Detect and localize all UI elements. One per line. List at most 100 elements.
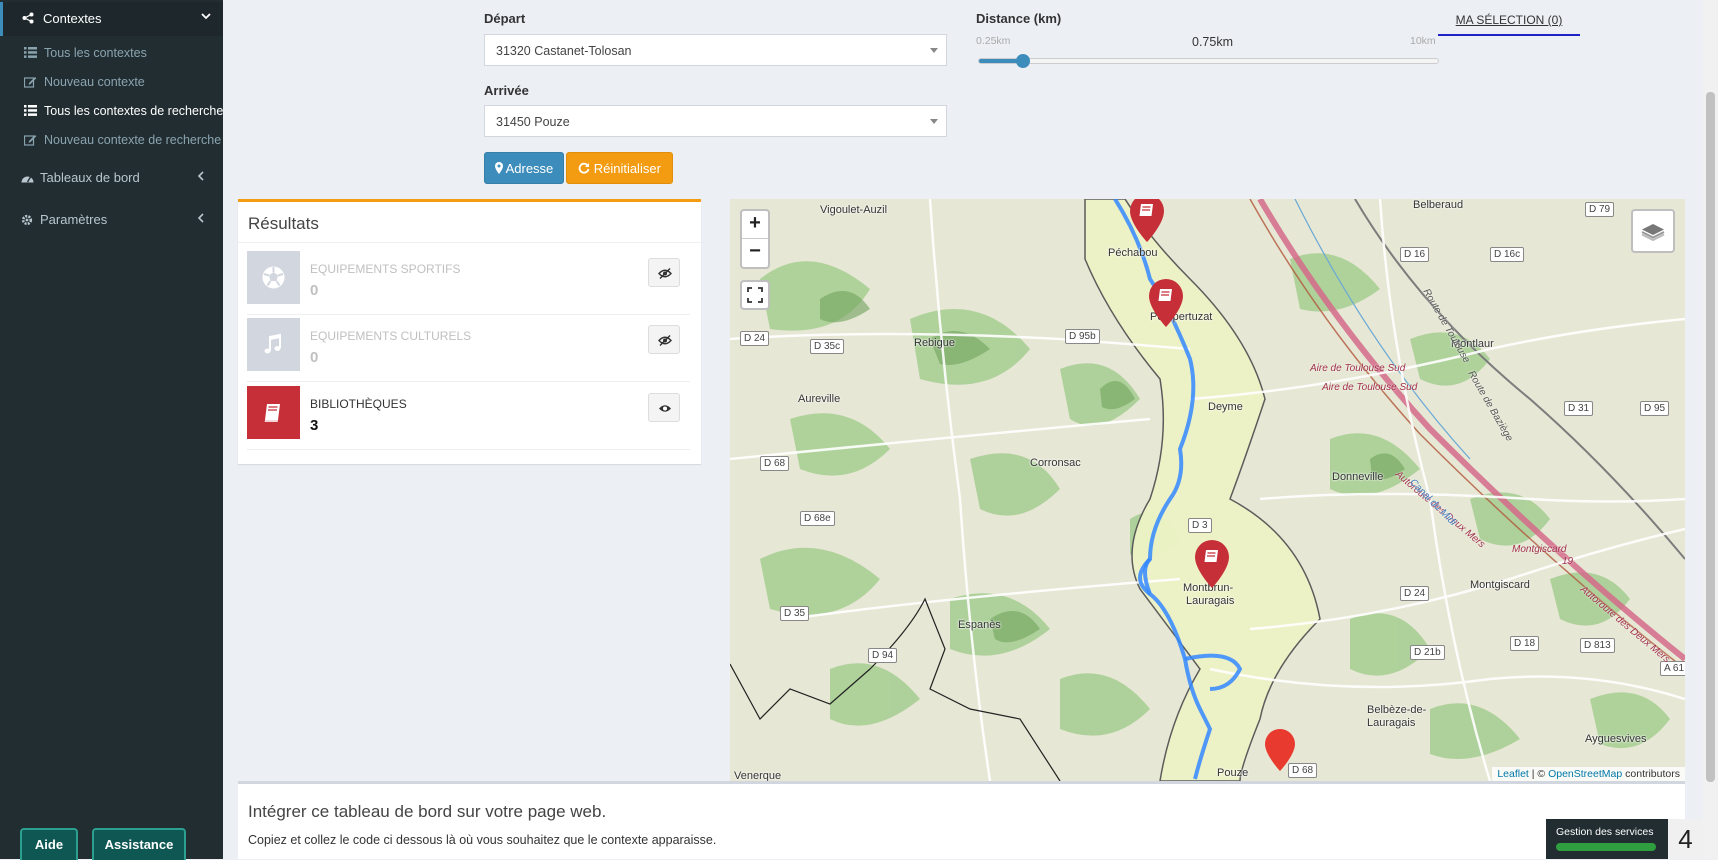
zoom-control: + − [740,209,770,269]
page-scrollbar[interactable] [1703,0,1718,859]
fullscreen-button[interactable] [740,280,770,310]
library-marker[interactable] [1130,199,1164,245]
map-label: Aureville [798,393,841,405]
soccer-ball-icon [247,251,300,304]
scrollbar-thumb[interactable] [1706,92,1715,782]
road-label: D 3 [1188,518,1212,533]
result-item-name: EQUIPEMENTS SPORTIFS [310,262,461,276]
arrival-marker[interactable] [1265,729,1295,774]
map-marker-icon [494,161,503,176]
attribution-separator: | © [1528,768,1549,780]
map-label: Corronsac [1030,457,1081,469]
depart-label: Départ [484,11,526,26]
gestion-services-progress [1556,843,1656,851]
distance-slider-handle[interactable] [1016,54,1030,68]
sidebar: Contextes Tous les contextes Nouveau con… [0,0,223,860]
sidebar-item-parametres[interactable]: Paramètres [0,202,223,238]
fullscreen-icon [742,287,768,311]
openstreetmap-link[interactable]: OpenStreetMap [1548,768,1622,780]
sidebar-subitem-label: Tous les contextes de recherche [44,104,223,118]
result-item-bibliotheques[interactable]: BIBLIOTHÈQUES 3 [247,386,690,450]
map-label: Aire de Toulouse Sud [1322,382,1418,393]
embed-description: Copiez et collez le code ci dessous là o… [248,833,717,847]
music-note-icon [247,318,300,371]
distance-slider[interactable] [978,54,1439,68]
road-label: D 68e [800,511,835,526]
arrivee-select[interactable]: 31450 Pouze [484,105,947,137]
sidebar-item-label: Tableaux de bord [40,170,140,185]
toggle-visibility-button[interactable] [648,325,680,354]
address-button-label: Adresse [505,161,554,176]
toggle-visibility-button[interactable] [648,393,680,422]
map[interactable]: Vigoulet-Auzil Péchabou Pompertuzat Rebi… [730,199,1685,781]
refresh-icon [578,161,590,176]
road-label: D 95b [1065,329,1100,344]
list-icon [24,105,37,119]
map-label: Montgiscard [1512,544,1567,555]
divider [238,242,701,243]
library-marker[interactable] [1195,540,1229,591]
layers-button[interactable] [1631,209,1675,253]
map-attribution: Leaflet | © OpenStreetMap contributors [1492,767,1685,781]
zoom-out-button[interactable]: − [742,239,768,265]
sidebar-subitem-nouveau-contexte-de-recherche[interactable]: Nouveau contexte de recherche [0,127,223,155]
leaflet-link[interactable]: Leaflet [1497,768,1529,780]
edit-icon [23,76,37,91]
eye-slash-icon [649,267,681,291]
assistance-button[interactable]: Assistance [92,828,186,860]
chevron-left-icon [197,170,205,184]
sidebar-item-contextes[interactable]: Contextes [0,2,223,36]
road-label: D 24 [740,331,770,346]
map-label: Lauragais [1186,595,1235,607]
gestion-services-widget[interactable]: Gestion des services 4 [1546,819,1703,859]
arrivee-label: Arrivée [484,83,529,98]
map-label: Pouze [1217,767,1249,779]
attribution-tail: contributors [1622,768,1680,780]
road-label: D 35 [780,606,810,621]
help-button[interactable]: Aide [20,828,78,860]
map-label: Venerque [734,770,782,781]
reset-button[interactable]: Réinitialiser [566,152,673,184]
map-label: Aire de Toulouse Sud [1310,363,1406,374]
arrivee-select-value: 31450 Pouze [496,115,570,129]
distance-min-label: 0.25km [976,35,1011,47]
map-label: Ayguesvives [1585,733,1647,745]
share-icon [22,12,34,27]
result-item-count: 3 [310,417,319,434]
depart-select[interactable]: 31320 Castanet-Tolosan [484,34,947,66]
toggle-visibility-button[interactable] [648,258,680,287]
chevron-down-icon [201,11,211,24]
distance-value-label: 0.75km [1192,35,1233,49]
map-label: Montgiscard [1470,579,1530,591]
result-item-name: EQUIPEMENTS CULTURELS [310,329,472,343]
sidebar-subitem-label: Nouveau contexte [44,75,145,89]
result-item-equipements-culturels[interactable]: EQUIPEMENTS CULTURELS 0 [247,318,690,382]
caret-down-icon [930,119,938,124]
road-label: D 813 [1580,638,1615,653]
road-label: D 31 [1564,401,1594,416]
result-item-count: 0 [310,349,319,366]
sidebar-subitem-tous-les-contextes[interactable]: Tous les contextes [0,40,223,68]
sidebar-subitem-tous-les-contextes-de-recherche[interactable]: Tous les contextes de recherche [0,98,223,126]
edit-icon [23,134,37,149]
road-label: D 35c [810,339,845,354]
sidebar-item-tableaux-de-bord[interactable]: Tableaux de bord [0,160,223,196]
result-item-count: 0 [310,282,319,299]
sidebar-subitem-label: Nouveau contexte de recherche [44,133,222,147]
result-item-equipements-sportifs[interactable]: EQUIPEMENTS SPORTIFS 0 [247,251,690,315]
road-label: D 94 [868,648,898,663]
library-marker[interactable] [1149,279,1183,330]
zoom-in-button[interactable]: + [742,211,768,237]
address-button[interactable]: Adresse [484,152,564,184]
sidebar-subitem-label: Tous les contextes [44,46,147,60]
road-label: D 68 [760,456,790,471]
eye-icon [649,405,681,426]
map-tiles [730,199,1685,781]
reset-button-label: Réinitialiser [593,161,661,176]
road-label: D 16 [1400,247,1430,262]
caret-down-icon [930,48,938,53]
tab-ma-selection[interactable]: MA SÉLECTION (0) [1438,11,1580,36]
sidebar-subitem-nouveau-contexte[interactable]: Nouveau contexte [0,69,223,97]
map-label: Belbèze-de- [1367,704,1427,716]
result-item-name: BIBLIOTHÈQUES [310,397,407,411]
